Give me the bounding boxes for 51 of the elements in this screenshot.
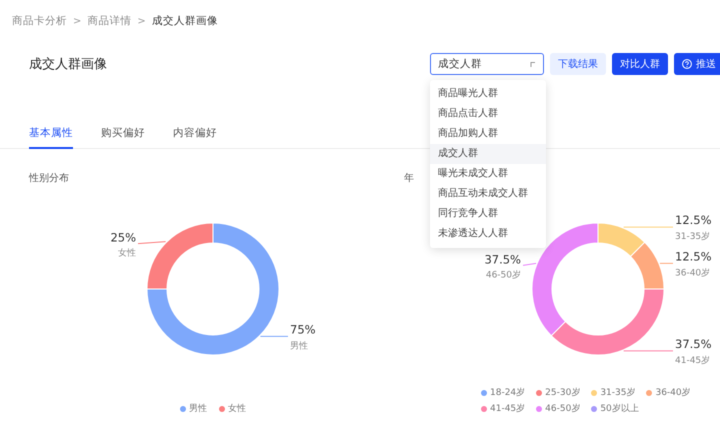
percent-label: 12.5%	[675, 213, 712, 228]
breadcrumb-separator: >	[137, 16, 146, 26]
percent-label: 37.5%	[675, 336, 712, 351]
percent-label: 25%	[110, 230, 136, 245]
leader-line	[138, 241, 166, 244]
leader-line	[623, 350, 674, 352]
tab[interactable]: 内容偏好	[173, 126, 217, 149]
section-title: 性别分布	[29, 172, 69, 186]
legend-label[interactable]: 50岁以上	[600, 402, 639, 415]
dropdown-option[interactable]: 商品点击人群	[430, 104, 546, 124]
leader-line	[659, 262, 674, 264]
breadcrumb-separator: >	[73, 16, 82, 26]
legend-label[interactable]: 31-35岁	[600, 386, 636, 399]
legend-label[interactable]: 46-50岁	[545, 402, 580, 415]
leader-line	[260, 336, 288, 337]
dropdown-option[interactable]: 成交人群	[430, 144, 546, 164]
slice-label: 46-50岁	[486, 270, 521, 280]
dropdown-option[interactable]: 同行竞争人群	[430, 204, 546, 224]
percent-label: 37.5%	[484, 252, 521, 266]
section-title: 年	[404, 172, 414, 186]
compare-button[interactable]: 对比人群	[612, 53, 668, 75]
tab[interactable]: 基本属性	[29, 126, 73, 149]
caret-icon	[530, 61, 536, 67]
breadcrumb-link[interactable]: 商品详情	[87, 14, 132, 28]
push-button[interactable]: 推送	[674, 53, 720, 75]
download-button[interactable]: 下载结果	[550, 53, 606, 75]
legend-label[interactable]: 男性	[189, 402, 207, 415]
percent-label: 12.5%	[675, 249, 712, 264]
tab[interactable]: 购买偏好	[101, 126, 145, 149]
dropdown-option[interactable]: 商品互动未成交人群	[430, 184, 546, 204]
breadcrumb-link[interactable]: 商品卡分析	[12, 14, 67, 28]
slice-label: 31-35岁	[675, 232, 710, 242]
page-title: 成交人群画像	[29, 56, 108, 73]
legend-label[interactable]: 36-40岁	[655, 386, 691, 399]
dropdown-option[interactable]: 商品加购人群	[430, 124, 546, 144]
leader-line	[623, 226, 674, 228]
percent-label: 75%	[290, 322, 316, 336]
legend-label[interactable]: 25-30岁	[545, 386, 580, 399]
slice-label: 36-40岁	[675, 268, 710, 278]
slice-label: 41-45岁	[675, 356, 710, 366]
legend-label[interactable]: 女性	[228, 402, 246, 415]
dropdown-option[interactable]: 曝光未成交人群	[430, 164, 546, 184]
legend-label[interactable]: 41-45岁	[490, 402, 526, 415]
leader-line	[522, 262, 537, 266]
dropdown-option[interactable]: 未渗透达人人群	[430, 224, 546, 244]
help-icon	[682, 59, 692, 69]
slice-label: 男性	[290, 341, 308, 352]
dropdown-option[interactable]: 商品曝光人群	[430, 84, 546, 104]
legend-label[interactable]: 18-24岁	[490, 386, 526, 399]
slice-label: 女性	[118, 248, 136, 259]
audience-select[interactable]: 成交人群	[430, 53, 544, 75]
